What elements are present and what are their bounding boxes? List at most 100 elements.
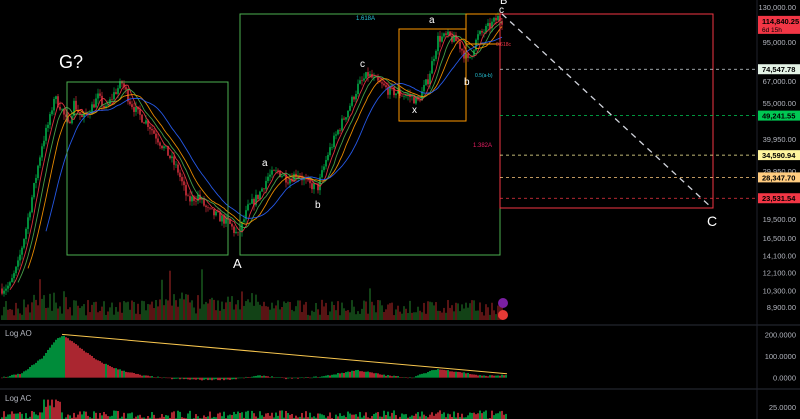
ao-bar [467, 372, 469, 378]
volume-bar [31, 302, 33, 320]
ac-bar [403, 414, 405, 419]
ao-bar [357, 369, 359, 378]
volume-bar [371, 301, 373, 320]
ao-bar [113, 368, 115, 378]
ao-bar [95, 359, 97, 378]
candle-body [283, 174, 285, 177]
volume-bar [165, 299, 167, 320]
ac-bar [493, 415, 495, 419]
volume-bar [69, 307, 71, 320]
candle-body [487, 23, 489, 26]
ao-bar [185, 377, 187, 379]
candle-body [157, 138, 159, 143]
volume-bar [423, 302, 425, 320]
ao-bar [149, 376, 151, 378]
ao-bar [239, 377, 241, 379]
dividend-icon[interactable] [498, 310, 508, 320]
ac-bar [13, 413, 15, 419]
ao-bar [423, 373, 425, 378]
volume-bar [109, 307, 111, 320]
volume-bar [249, 302, 251, 320]
candle-body [447, 31, 449, 35]
volume-bar [117, 311, 119, 320]
ac-bar [59, 401, 61, 419]
volume-bar [465, 302, 467, 320]
candle-body [61, 109, 63, 110]
candle-body [175, 164, 177, 166]
ao-bar [175, 377, 177, 379]
volume-bar [469, 303, 471, 320]
volume-bar [441, 312, 443, 320]
candle-body [131, 104, 133, 108]
volume-bar [107, 311, 109, 320]
volume-bar [307, 314, 309, 320]
ac-bar [359, 412, 361, 419]
ao-bar [299, 377, 301, 379]
ac-bar [127, 413, 129, 419]
candle-body [95, 98, 97, 108]
ac-bar [477, 413, 479, 419]
volume-bar [241, 291, 243, 320]
volume-bar [149, 304, 151, 320]
candle-body [433, 58, 435, 62]
volume-bar [225, 302, 227, 320]
ao-bar [91, 356, 93, 378]
candle-body [333, 135, 335, 148]
volume-bar [215, 310, 217, 320]
volume-bar [463, 308, 465, 320]
candle-body [195, 200, 197, 202]
candle-body [229, 219, 231, 224]
volume-bar [87, 300, 89, 320]
event-icon[interactable] [498, 298, 508, 308]
ac-bar [139, 414, 141, 419]
ao-bar [315, 376, 317, 378]
candle-body [111, 99, 113, 100]
volume-bar [195, 313, 197, 320]
ac-bar [271, 412, 273, 419]
ac-bar [31, 411, 33, 419]
volume-bar [137, 303, 139, 320]
ao-bar [295, 377, 297, 379]
candle-body [365, 72, 367, 79]
volume-bar [489, 314, 491, 320]
volume-bar [293, 311, 295, 320]
ac-bar [437, 412, 439, 419]
volume-bar [49, 293, 51, 320]
candle-body [343, 118, 345, 120]
ao-bar [169, 377, 171, 379]
ac-bar [267, 413, 269, 419]
wave-label-c-minor: c [360, 59, 365, 70]
volume-bar [273, 308, 275, 320]
ao-bar [193, 377, 195, 380]
candle-body [351, 96, 353, 106]
volume-bar [325, 302, 327, 320]
candle-body [353, 96, 355, 100]
ac-bar [131, 412, 133, 419]
volume-bar [309, 315, 311, 320]
volume-bar [435, 302, 437, 320]
ao-bar [151, 376, 153, 378]
volume-bar [201, 269, 203, 320]
ao-bar [495, 375, 497, 378]
ao-bar [477, 375, 479, 378]
candle-body [31, 197, 33, 213]
ao-bar [179, 377, 181, 380]
candle-body [231, 223, 233, 227]
ao-bar [305, 376, 307, 378]
candle-body [15, 266, 17, 274]
ac-bar [17, 413, 19, 419]
ac-bar [93, 411, 95, 419]
volume-bar [199, 308, 201, 320]
ao-bar [333, 374, 335, 378]
candle-body [325, 160, 327, 167]
price-tick-label: 130,000.00 [758, 3, 796, 12]
ac-bar [439, 410, 441, 419]
ao-bar [81, 348, 83, 378]
volume-bar [335, 310, 337, 320]
candle-body [117, 88, 119, 94]
candle-body [49, 114, 51, 125]
ao-bar [281, 377, 283, 378]
ao-bar [71, 341, 73, 378]
volume-bar [393, 315, 395, 320]
volume-bar [453, 311, 455, 320]
